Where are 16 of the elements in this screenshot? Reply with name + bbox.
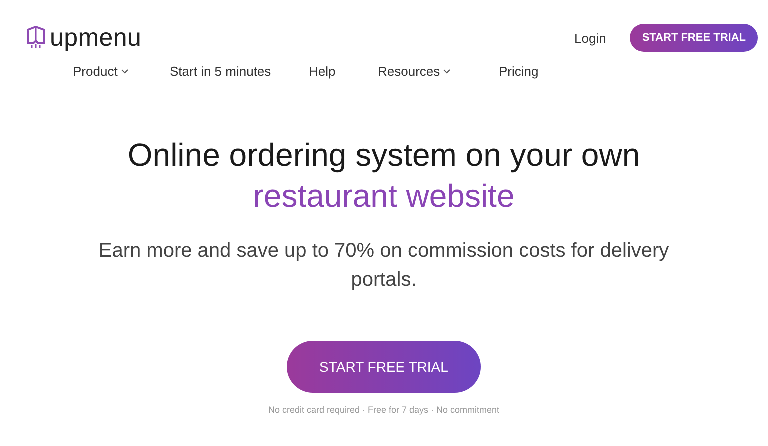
hero-title-accent: restaurant website <box>253 177 515 216</box>
start-trial-button[interactable]: START FREE TRIAL <box>287 341 481 393</box>
login-link[interactable]: Login <box>574 30 606 46</box>
nav-link[interactable]: Resources <box>378 64 499 79</box>
nav-link[interactable]: Start in 5 minutes <box>170 64 309 79</box>
nav-link[interactable]: Product <box>73 64 170 79</box>
hero-subtitle: Earn more and save up to 70% on commission costs for delivery portals. <box>98 239 670 293</box>
chevron-down-icon <box>120 69 129 74</box>
start-trial-button[interactable]: START FREE TRIAL <box>630 24 758 52</box>
hero-title: Online ordering system on your own <box>128 136 640 175</box>
nav-link[interactable]: Help <box>309 64 378 79</box>
nav-link[interactable]: Pricing <box>499 64 579 79</box>
chevron-down-icon <box>443 69 452 74</box>
trial-note: No credit card required · Free for 7 days · No commitment <box>268 405 500 415</box>
logo-icon <box>26 26 46 50</box>
logo-text: upmenu <box>50 24 142 52</box>
